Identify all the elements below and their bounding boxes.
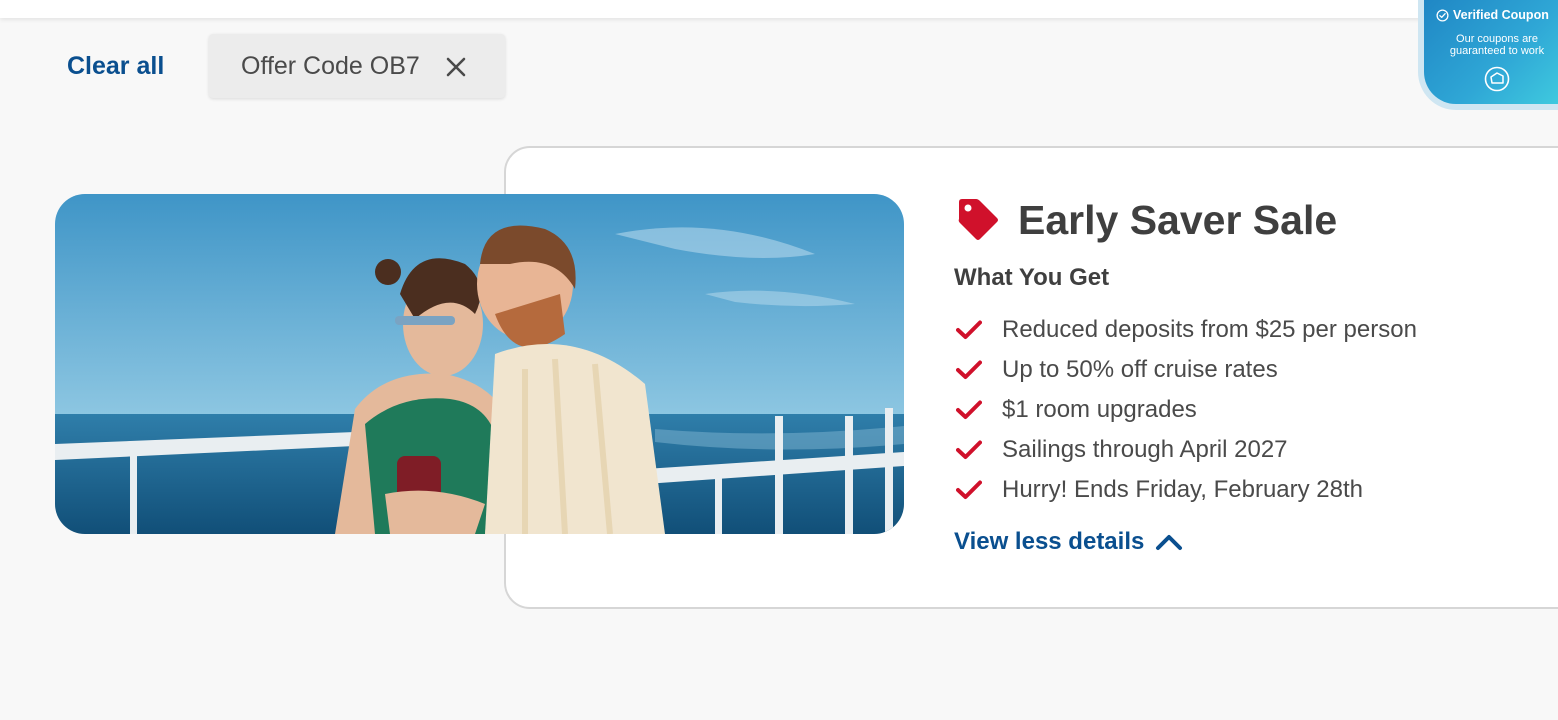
checkmark-icon <box>956 400 982 419</box>
benefit-text: Sailings through April 2027 <box>1002 436 1288 463</box>
checkmark-icon <box>956 320 982 339</box>
filter-chip-label: Offer Code OB7 <box>241 52 420 80</box>
offer-title-row: Early Saver Sale <box>956 196 1337 244</box>
checkmark-icon <box>956 440 982 459</box>
top-header-strip <box>0 0 1558 18</box>
clear-all-link[interactable]: Clear all <box>67 50 164 82</box>
price-tag-icon <box>958 199 998 240</box>
benefit-item: Sailings through April 2027 <box>956 430 1417 470</box>
benefit-text: $1 room upgrades <box>1002 396 1197 423</box>
check-circle-icon <box>1436 8 1449 22</box>
benefit-list: Reduced deposits from $25 per person Up … <box>956 310 1417 510</box>
benefit-text: Up to 50% off cruise rates <box>1002 356 1278 383</box>
what-you-get-heading: What You Get <box>954 264 1110 291</box>
checkmark-icon <box>956 480 982 499</box>
verified-coupon-subtitle: Our coupons are guaranteed to work <box>1449 33 1545 57</box>
view-less-details-label: View less details <box>954 528 1145 555</box>
checkmark-icon <box>956 360 982 379</box>
view-less-details-link[interactable]: View less details <box>954 526 1184 558</box>
chevron-up-icon <box>1156 535 1183 550</box>
benefit-item: $1 room upgrades <box>956 390 1417 430</box>
offer-title: Early Saver Sale <box>1018 197 1338 243</box>
benefit-item: Reduced deposits from $25 per person <box>956 310 1417 350</box>
verified-coupon-badge: Verified Coupon Our coupons are guarante… <box>1418 0 1558 110</box>
offer-code-filter-chip[interactable]: Offer Code OB7 <box>209 34 505 98</box>
offer-hero-image <box>55 194 904 534</box>
close-icon[interactable] <box>445 56 467 78</box>
benefit-item: Up to 50% off cruise rates <box>956 350 1417 390</box>
benefit-item: Hurry! Ends Friday, February 28th <box>956 470 1417 510</box>
benefit-text: Reduced deposits from $25 per person <box>1002 316 1417 343</box>
verified-coupon-title: Verified Coupon <box>1436 8 1549 22</box>
verified-coupon-title-text: Verified Coupon <box>1453 8 1549 22</box>
benefit-text: Hurry! Ends Friday, February 28th <box>1002 476 1364 503</box>
coupon-logo-icon <box>1484 66 1510 92</box>
